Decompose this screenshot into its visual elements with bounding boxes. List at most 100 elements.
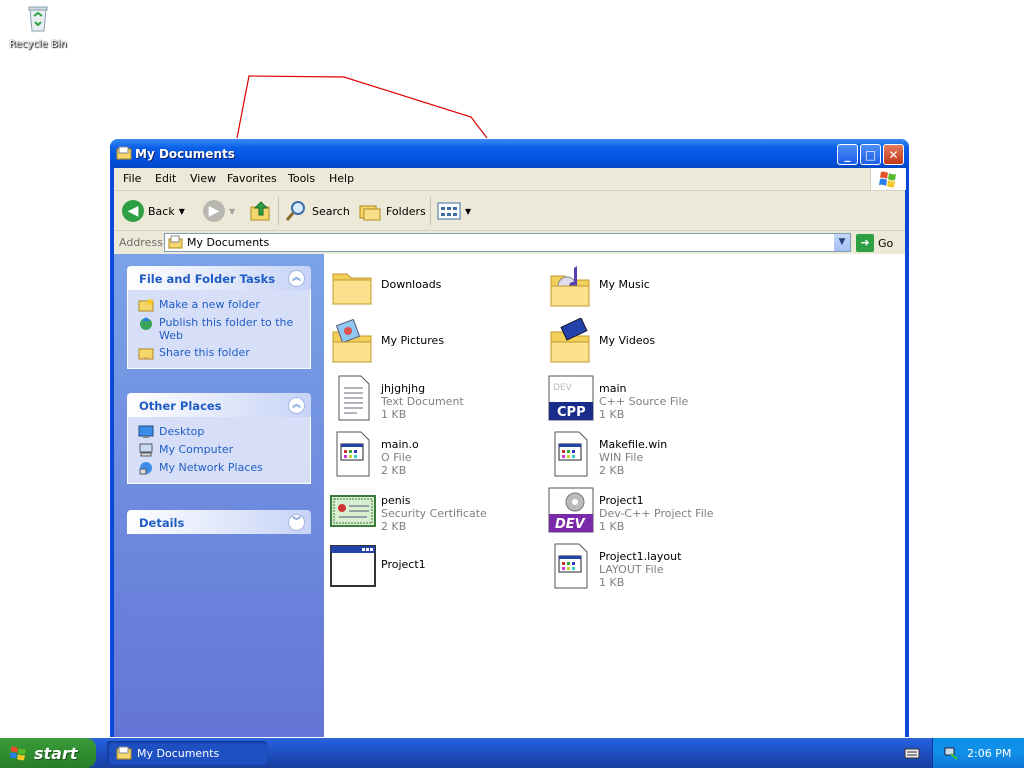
task-publish-web[interactable]: Publish this folder to the Web <box>128 314 310 344</box>
up-folder-button[interactable] <box>249 199 273 223</box>
title-bar[interactable]: My Documents _ □ ✕ <box>110 139 909 168</box>
network-tray-icon[interactable] <box>943 745 959 761</box>
collapse-chevron-icon[interactable]: ︽ <box>288 270 305 287</box>
back-label: Back <box>148 204 175 218</box>
file-item-my-music[interactable]: My Music <box>547 262 757 312</box>
certificate-icon <box>330 495 376 527</box>
explorer-window: My Documents _ □ ✕ File Edit View Favori… <box>110 139 909 737</box>
file-size: 1 KB <box>381 408 407 421</box>
file-item-project1-layout[interactable]: Project1.layout LAYOUT File 1 KB <box>547 542 757 592</box>
start-label: start <box>34 743 78 763</box>
start-button[interactable]: start <box>0 738 96 768</box>
go-label: Go <box>878 236 894 250</box>
maximize-button[interactable]: □ <box>860 144 881 165</box>
devcpp-project-icon: DEV <box>548 487 594 533</box>
search-button[interactable]: Search <box>284 199 350 223</box>
task-pane: File and Folder Tasks ︽ Make a new folde… <box>114 254 324 737</box>
application-icon <box>330 545 376 587</box>
other-places-header[interactable]: Other Places ︽ <box>127 393 311 417</box>
menu-file[interactable]: File <box>123 172 141 185</box>
other-places-title: Other Places <box>139 399 222 413</box>
svg-text:DEV: DEV <box>555 517 586 532</box>
folder-icon <box>332 273 372 305</box>
forward-dropdown-icon[interactable]: ▼ <box>229 207 235 216</box>
taskbar-item-label: My Documents <box>137 746 220 760</box>
file-item-main-o[interactable]: main.o O File 2 KB <box>329 430 539 480</box>
back-dropdown-icon[interactable]: ▼ <box>179 207 185 216</box>
my-documents-icon <box>116 146 132 160</box>
window-title: My Documents <box>135 147 235 161</box>
views-icon <box>437 202 461 220</box>
file-item-my-pictures[interactable]: My Pictures <box>329 318 539 368</box>
file-item-makefile-win[interactable]: Makefile.win WIN File 2 KB <box>547 430 757 480</box>
windows-flag-icon <box>879 171 896 188</box>
desktop-icon <box>138 425 154 438</box>
file-type: Security Certificate <box>381 507 487 520</box>
menu-edit[interactable]: Edit <box>155 172 176 185</box>
taskbar-item-my-documents[interactable]: My Documents <box>107 741 267 765</box>
file-item-project1-exe[interactable]: Project1 <box>329 542 539 592</box>
file-size: 1 KB <box>599 520 625 533</box>
other-places-panel: Other Places ︽ Desktop My Computer My Ne… <box>127 393 311 484</box>
views-button[interactable]: ▼ <box>437 199 471 223</box>
menu-favorites[interactable]: Favorites <box>227 172 277 185</box>
videos-folder-icon <box>550 318 590 363</box>
menu-view[interactable]: View <box>190 172 216 185</box>
forward-button[interactable]: ▶ ▼ <box>203 199 235 223</box>
back-button[interactable]: ◀ Back ▼ <box>122 199 185 223</box>
task-share-folder[interactable]: Share this folder <box>128 344 310 362</box>
place-label: My Computer <box>159 443 234 456</box>
go-button[interactable]: ➜ Go <box>856 234 893 252</box>
file-folder-tasks-header[interactable]: File and Folder Tasks ︽ <box>127 266 311 290</box>
file-size: 2 KB <box>381 520 407 533</box>
menu-tools[interactable]: Tools <box>288 172 315 185</box>
text-document-icon <box>338 375 370 421</box>
menu-help[interactable]: Help <box>329 172 354 185</box>
content-area: File and Folder Tasks ︽ Make a new folde… <box>114 254 905 737</box>
address-input[interactable]: My Documents ▼ <box>164 233 851 252</box>
file-name: My Videos <box>599 334 656 347</box>
file-item-main-cpp[interactable]: DEV CPP main C++ Source File 1 KB <box>547 374 757 424</box>
file-type: C++ Source File <box>599 395 689 408</box>
file-name: Project1 <box>381 558 426 571</box>
new-folder-icon <box>138 299 154 312</box>
keyboard-icon[interactable] <box>904 746 920 763</box>
collapse-chevron-icon[interactable]: ︽ <box>288 397 305 414</box>
file-name: Downloads <box>381 278 442 291</box>
minimize-button[interactable]: _ <box>837 144 858 165</box>
recycle-bin-shortcut[interactable]: Recycle Bin <box>6 2 70 50</box>
file-item-project1-dev[interactable]: DEV Project1 Dev-C++ Project File 1 KB <box>547 486 757 536</box>
file-item-downloads[interactable]: Downloads <box>329 262 539 312</box>
file-name: My Music <box>599 278 650 291</box>
folders-icon <box>359 205 381 221</box>
folders-button[interactable]: Folders <box>358 199 426 223</box>
file-type: LAYOUT File <box>599 563 664 576</box>
search-label: Search <box>312 204 350 218</box>
pictures-folder-icon <box>332 318 372 363</box>
file-item-penis-certificate[interactable]: penis Security Certificate 2 KB <box>329 486 539 536</box>
details-header[interactable]: Details ︾ <box>127 510 311 534</box>
go-arrow-icon: ➜ <box>856 234 874 252</box>
close-button[interactable]: ✕ <box>883 144 904 165</box>
generic-file-icon <box>336 431 370 477</box>
task-make-new-folder[interactable]: Make a new folder <box>128 296 310 314</box>
file-size: 1 KB <box>599 576 625 589</box>
file-folder-tasks-panel: File and Folder Tasks ︽ Make a new folde… <box>127 266 311 369</box>
keyboard-icon-graphic <box>904 748 920 759</box>
place-network-places[interactable]: My Network Places <box>128 459 310 477</box>
place-desktop[interactable]: Desktop <box>128 423 310 441</box>
file-item-my-videos[interactable]: My Videos <box>547 318 757 368</box>
address-dropdown-icon[interactable]: ▼ <box>834 234 850 251</box>
cpp-file-icon: DEV CPP <box>548 375 594 421</box>
task-label: Share this folder <box>159 346 250 359</box>
svg-text:DEV: DEV <box>553 383 573 393</box>
file-item-jhjghjhg[interactable]: jhjghjhg Text Document 1 KB <box>329 374 539 424</box>
minimize-icon: _ <box>844 148 851 162</box>
place-my-computer[interactable]: My Computer <box>128 441 310 459</box>
task-label: Make a new folder <box>159 298 260 311</box>
clock[interactable]: 2:06 PM <box>967 747 1011 760</box>
taskbar: start My Documents 2:06 PM <box>0 738 1024 768</box>
back-arrow-icon: ◀ <box>122 200 144 222</box>
toolbar: ◀ Back ▼ ▶ ▼ Search Folders ▼ <box>114 191 905 231</box>
expand-chevron-icon[interactable]: ︾ <box>288 514 305 531</box>
